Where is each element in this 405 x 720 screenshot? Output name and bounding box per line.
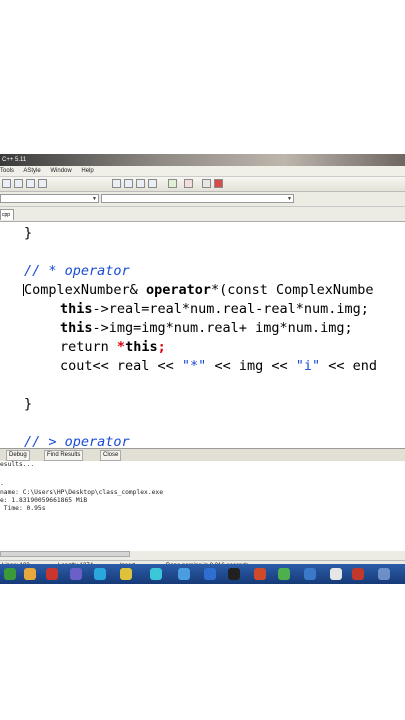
output-line: Time: 0.95s [0,505,46,512]
output-line: e: 1.83190059661865 MiB [0,497,88,504]
menu-tools[interactable]: Tools [0,168,14,174]
tab-debug[interactable]: Debug [6,450,30,461]
check-icon[interactable] [168,179,177,188]
tab-cpp[interactable]: cpp [0,209,14,220]
code-token: ComplexNumber& [24,282,138,298]
code-token: << end [320,358,378,374]
mouse-cursor [23,284,30,296]
ide-window: C++ 5.11 Tools AStyle Window Help ▼ ▼ cp… [0,154,405,584]
code-line: } [24,224,32,243]
taskbar-icon[interactable] [378,568,390,580]
taskbar-icon[interactable] [178,568,190,580]
bottom-tabs: Debug Find Results Close [0,448,405,462]
code-string: "i" [295,358,321,374]
chevron-down-icon: ▼ [92,196,97,202]
code-comment: // > operator [24,434,130,448]
code-token: } [24,225,33,241]
code-keyword: operator [145,282,211,298]
taskbar-icon[interactable] [204,568,216,580]
horizontal-scrollbar[interactable] [0,551,130,557]
code-token: ->img=img*num.real+ img*num.img; [92,320,353,336]
toolbar-icon[interactable] [124,179,133,188]
code-comment: // * operator [24,263,130,279]
code-token: cout<< real << [60,358,182,374]
toolbar-icon[interactable] [26,179,35,188]
code-line: // * operator [24,262,130,281]
tab-find-results[interactable]: Find Results [44,450,84,461]
code-line: } [24,395,32,414]
code-keyword: this [60,320,93,336]
code-line: ComplexNumber& operator*(const ComplexNu… [24,281,374,300]
code-line: return *this; [60,338,166,357]
menu-help[interactable]: Help [81,168,93,174]
menu-astyle[interactable]: AStyle [23,168,40,174]
output-line: - [0,481,4,488]
toolbar-icon[interactable] [2,179,11,188]
code-editor[interactable]: } // * operator ComplexNumber& operator*… [0,222,405,448]
code-keyword: return [60,339,109,355]
taskbar-icon[interactable] [94,568,106,580]
code-line: this->real=real*num.real-real*num.img; [60,300,369,319]
screen: { "window": {"title": "C++ 5.11"}, "menu… [0,0,405,720]
taskbar-icon[interactable] [150,568,162,580]
code-line: this->img=img*num.real+ img*num.img; [60,319,353,338]
code-line: // > operator [24,433,130,448]
bottom-pane: Debug Find Results Close esults... - nam… [0,448,405,580]
output-line: esults... [0,461,35,468]
output-line: name: C:\Users\HP\Desktop\class_complex.… [0,489,164,496]
taskbar [0,564,405,584]
taskbar-icon[interactable] [4,568,16,580]
taskbar-icon[interactable] [278,568,290,580]
toolbar-icon[interactable] [136,179,145,188]
taskbar-icon[interactable] [228,568,240,580]
toolbar-icon[interactable] [112,179,121,188]
tab-close[interactable]: Close [100,450,122,461]
code-token: } [24,396,33,412]
menu-window[interactable]: Window [50,168,71,174]
scope-select[interactable]: ▼ [0,194,99,203]
code-token: *(const ComplexNumbe [210,282,374,298]
code-line: cout<< real << "*" << img << "i" << end [60,357,377,376]
chevron-down-icon: ▼ [287,196,292,202]
taskbar-icon[interactable] [70,568,82,580]
taskbar-icon[interactable] [120,568,132,580]
code-keyword: this [60,301,93,317]
editor-tabs: cpp [0,207,405,222]
toolbar [0,177,405,192]
toolbar-icon[interactable] [148,179,157,188]
code-operator: * [116,339,126,355]
debug-icon[interactable] [214,179,223,188]
code-string: "*" [181,358,207,374]
taskbar-icon[interactable] [46,568,58,580]
compile-output: esults... - name: C:\Users\HP\Desktop\cl… [0,461,405,551]
window-title: C++ 5.11 [2,157,27,163]
taskbar-icon[interactable] [304,568,316,580]
code-token: ->real=real*num.real-real*num.img; [92,301,369,317]
window-titlebar-background [0,154,405,166]
toolbar-icon[interactable] [14,179,23,188]
selector-bar: ▼ ▼ [0,192,405,207]
code-keyword: this [125,339,158,355]
taskbar-icon[interactable] [254,568,266,580]
menu-bar: Tools AStyle Window Help [0,166,405,177]
toolbar-icon[interactable] [38,179,47,188]
taskbar-icon[interactable] [352,568,364,580]
taskbar-icon[interactable] [24,568,36,580]
code-operator: ; [157,339,166,355]
close-icon[interactable] [184,179,193,188]
code-token: << img << [206,358,296,374]
symbol-select[interactable]: ▼ [101,194,294,203]
toolbar-icon[interactable] [202,179,211,188]
taskbar-icon[interactable] [330,568,342,580]
